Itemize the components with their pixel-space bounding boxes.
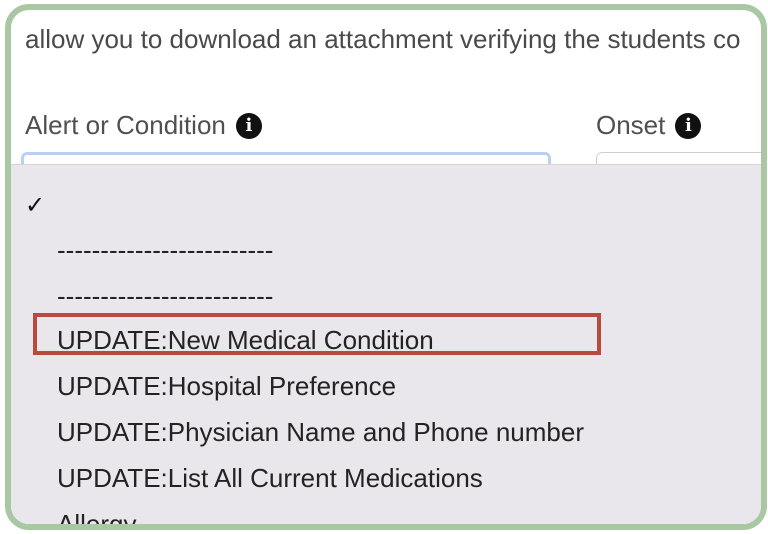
highlight-box (33, 313, 601, 355)
dropdown-option-current-medications[interactable]: UPDATE:List All Current Medications (57, 463, 483, 494)
alert-condition-label-text: Alert or Condition (25, 110, 226, 140)
intro-text: allow you to download an attachment veri… (25, 24, 741, 54)
dropdown-option-hospital-preference[interactable]: UPDATE:Hospital Preference (57, 371, 396, 402)
alert-condition-dropdown-list[interactable]: ✓ ------------------------- ------------… (11, 164, 761, 524)
dropdown-option-allergy[interactable]: Allergy (57, 509, 136, 524)
alert-condition-label: Alert or Condition i (25, 110, 262, 141)
onset-label-text: Onset (596, 110, 666, 140)
dropdown-option-separator[interactable]: ------------------------- (57, 281, 273, 312)
info-icon[interactable]: i (235, 112, 262, 139)
checkmark-icon: ✓ (25, 192, 46, 219)
dropdown-option-physician-name-phone[interactable]: UPDATE:Physician Name and Phone number (57, 417, 584, 448)
info-icon[interactable]: i (675, 112, 702, 139)
dropdown-option-separator[interactable]: ------------------------- (57, 235, 273, 266)
screenshot-frame: allow you to download an attachment veri… (5, 4, 767, 530)
onset-label: Onset i (596, 110, 702, 141)
